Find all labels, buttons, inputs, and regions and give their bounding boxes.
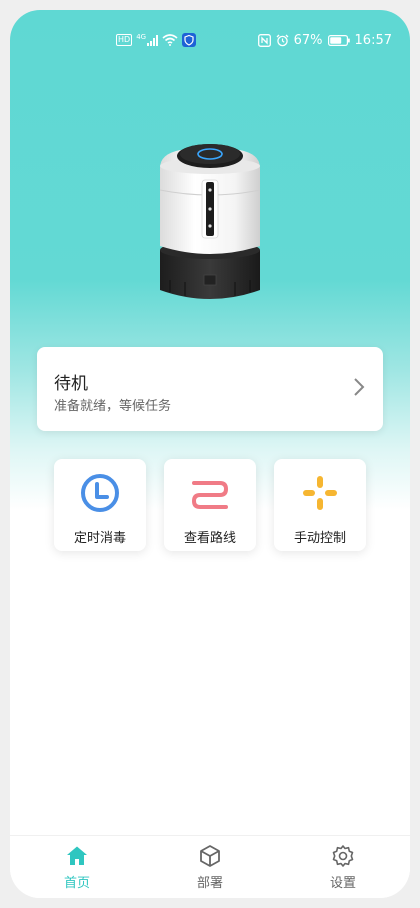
view-route-button[interactable]: 查看路线 — [164, 459, 256, 551]
phone-screen: HD 4G 67% 16:57 待机 准备就绪，等候任务 定时消毒 查看路线 手… — [10, 10, 410, 898]
action-label: 定时消毒 — [73, 531, 126, 546]
dpad-icon — [303, 476, 337, 510]
tab-label: 部署 — [196, 876, 223, 891]
robot-illustration — [159, 144, 261, 299]
clock-icon — [81, 474, 119, 512]
wifi-icon — [162, 34, 178, 46]
clock-time: 16:57 — [354, 32, 392, 48]
tab-deploy[interactable]: 部署 — [170, 844, 250, 894]
nfc-icon — [257, 33, 271, 47]
status-bar-left: HD 4G — [116, 32, 197, 48]
shield-app-icon — [182, 33, 197, 47]
timed-disinfection-button[interactable]: 定时消毒 — [54, 459, 146, 551]
status-bar: HD 4G 67% 16:57 — [10, 10, 410, 70]
tab-label: 首页 — [63, 876, 90, 891]
tab-home[interactable]: 首页 — [37, 844, 117, 894]
device-status-title: 待机 — [54, 374, 88, 394]
home-icon — [67, 846, 87, 865]
route-icon — [191, 481, 229, 509]
gear-icon — [332, 845, 354, 867]
manual-control-button[interactable]: 手动控制 — [274, 459, 366, 551]
signal-gen-label: 4G — [136, 33, 147, 41]
device-status-card[interactable]: 待机 准备就绪，等候任务 — [37, 347, 383, 431]
bottom-tab-bar: 首页 部署 设置 — [10, 835, 410, 898]
chevron-right-icon — [354, 378, 365, 396]
tab-label: 设置 — [329, 876, 356, 891]
cube-icon — [200, 845, 220, 867]
device-status-subtitle: 准备就绪，等候任务 — [54, 399, 172, 414]
signal-icon: 4G — [136, 33, 159, 46]
action-label: 查看路线 — [183, 531, 236, 546]
action-label: 手动控制 — [293, 531, 346, 546]
status-bar-right: 67% 16:57 — [257, 32, 392, 48]
battery-icon — [327, 34, 350, 46]
tab-settings[interactable]: 设置 — [303, 844, 383, 894]
action-grid: 定时消毒 查看路线 手动控制 — [54, 459, 366, 551]
hd-badge: HD — [116, 34, 133, 46]
alarm-icon — [276, 34, 289, 46]
battery-percent: 67% — [293, 32, 323, 48]
